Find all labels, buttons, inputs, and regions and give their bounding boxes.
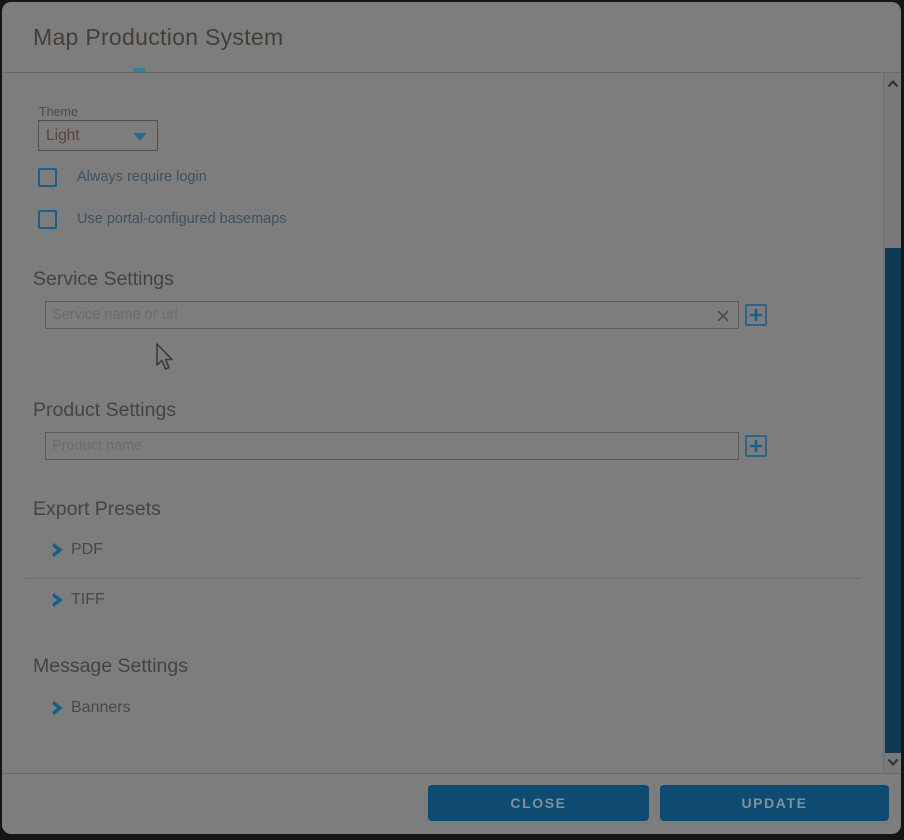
export-presets-heading: Export Presets	[33, 498, 161, 521]
scroll-down-button[interactable]	[884, 753, 901, 771]
close-button[interactable]: CLOSE	[428, 785, 649, 821]
add-service-button[interactable]	[745, 304, 767, 326]
message-settings-heading: Message Settings	[33, 655, 188, 678]
theme-label: Theme	[39, 105, 78, 119]
always-require-login-checkbox[interactable]	[38, 168, 57, 187]
service-name-input[interactable]: Service name or url	[45, 301, 739, 329]
export-preset-pdf-row[interactable]: PDF	[50, 541, 103, 559]
banners-label: Banners	[71, 699, 131, 717]
portal-basemaps-checkbox[interactable]	[38, 210, 57, 229]
settings-scroll-area: Theme Light Always require login Use por…	[2, 73, 885, 773]
export-preset-tiff-row[interactable]: TIFF	[50, 591, 105, 609]
product-settings-heading: Product Settings	[33, 399, 176, 422]
theme-dropdown[interactable]: Light	[38, 120, 158, 151]
export-preset-label: PDF	[71, 541, 103, 559]
plus-icon	[749, 308, 763, 322]
product-input-placeholder: Product name	[52, 438, 142, 454]
scrollbar-thumb[interactable]	[885, 248, 901, 753]
chevron-right-icon	[50, 592, 63, 608]
settings-dialog: Map Production System Theme Light Always…	[2, 2, 901, 834]
dialog-header: Map Production System	[2, 2, 901, 72]
clear-x-icon[interactable]	[715, 308, 731, 324]
banners-row[interactable]: Banners	[50, 699, 131, 717]
chevron-right-icon	[50, 542, 63, 558]
update-button[interactable]: UPDATE	[660, 785, 889, 821]
product-name-input[interactable]: Product name	[45, 432, 739, 460]
checkbox-row-portal-basemaps: Use portal-configured basemaps	[38, 209, 287, 229]
service-input-placeholder: Service name or url	[52, 307, 178, 323]
vertical-scrollbar[interactable]	[883, 73, 901, 773]
scroll-up-button[interactable]	[884, 75, 901, 93]
theme-selected-value: Light	[46, 127, 80, 145]
dialog-footer: CLOSE UPDATE	[2, 773, 901, 834]
export-preset-label: TIFF	[71, 591, 105, 609]
chevron-up-icon	[887, 80, 899, 88]
checkbox-label: Use portal-configured basemaps	[77, 211, 287, 227]
dialog-title: Map Production System	[33, 24, 283, 51]
chevron-right-icon	[50, 700, 63, 716]
service-settings-heading: Service Settings	[33, 268, 174, 291]
screen-background: Map Production System Theme Light Always…	[0, 0, 904, 840]
plus-icon	[749, 439, 763, 453]
preset-divider	[25, 578, 861, 579]
mouse-cursor	[154, 343, 176, 378]
add-product-button[interactable]	[745, 435, 767, 457]
checkbox-row-always-require-login: Always require login	[38, 167, 207, 187]
checkbox-label: Always require login	[77, 169, 207, 185]
chevron-down-icon	[887, 758, 899, 766]
caret-down-icon	[133, 133, 147, 141]
